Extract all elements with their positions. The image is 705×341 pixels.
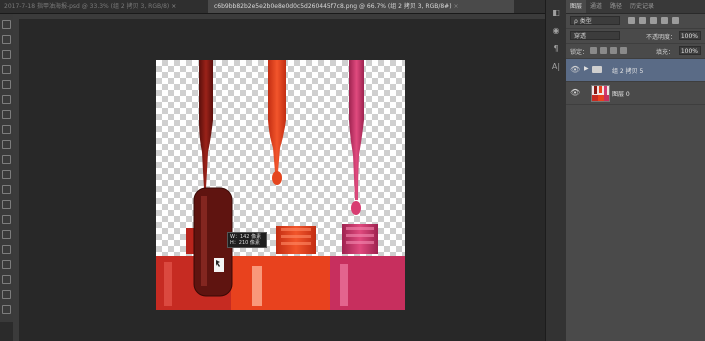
adjustment-filter-icon[interactable] xyxy=(639,17,646,24)
tab-paths[interactable]: 路径 xyxy=(606,0,626,13)
panel-dock: ◧ ◉ ¶ A| xyxy=(545,0,567,341)
lock-row: 锁定： 填充： 100% xyxy=(566,44,705,59)
lock-image-icon[interactable] xyxy=(600,47,607,54)
document-tab-title: c6b9bb82b2e5e2b0e8e0d0c5d260445f7c8.png … xyxy=(214,3,452,10)
folder-icon xyxy=(592,66,602,73)
layer-name: 组 2 拷贝 5 xyxy=(612,68,644,75)
layer-thumbnail xyxy=(591,85,610,102)
zoom-tool-icon[interactable] xyxy=(2,305,11,314)
fill-label: 填充： xyxy=(656,49,675,56)
layers-icon[interactable]: ◧ xyxy=(551,8,561,18)
paragraph-icon[interactable]: ¶ xyxy=(551,44,561,54)
type-tool-icon[interactable] xyxy=(2,245,11,254)
tab-channels[interactable]: 通道 xyxy=(586,0,606,13)
layer-row-group[interactable]: 👁 ▶ 组 2 拷贝 5 xyxy=(566,59,705,82)
brush-tool-icon[interactable] xyxy=(2,125,11,134)
layer-row-image[interactable]: 👁 图层 0 xyxy=(566,82,705,105)
lock-position-icon[interactable] xyxy=(610,47,617,54)
document-tab-inactive[interactable]: 2017-7-18 指甲油海报-psd @ 33.3% (组 2 拷贝 3, R… xyxy=(4,0,199,13)
tab-layers[interactable]: 图层 xyxy=(566,0,587,13)
character-icon[interactable]: A| xyxy=(551,62,561,72)
close-icon[interactable]: × xyxy=(453,3,458,10)
tooltip-height: H：210 像素 xyxy=(230,240,260,246)
marquee-tool-icon[interactable] xyxy=(2,35,11,44)
document-tab-bar: 2017-7-18 指甲油海报-psd @ 33.3% (组 2 拷贝 3, R… xyxy=(0,0,545,14)
visibility-eye-icon[interactable]: 👁 xyxy=(570,88,580,97)
stamp-tool-icon[interactable] xyxy=(2,140,11,149)
type-filter-icon[interactable] xyxy=(650,17,657,24)
hand-tool-icon[interactable] xyxy=(2,290,11,299)
close-icon[interactable]: × xyxy=(171,3,176,10)
tab-history[interactable]: 历史记录 xyxy=(626,0,658,13)
panel-tabs: 图层 通道 路径 历史记录 xyxy=(566,0,705,14)
blur-tool-icon[interactable] xyxy=(2,200,11,209)
healing-tool-icon[interactable] xyxy=(2,110,11,119)
visibility-eye-icon[interactable]: 👁 xyxy=(570,65,580,74)
dodge-tool-icon[interactable] xyxy=(2,215,11,224)
layers-panel: 图层 通道 路径 历史记录 ρ 类型 穿透 不透明度： 100% 锁定： 填充：… xyxy=(566,0,705,341)
lasso-tool-icon[interactable] xyxy=(2,50,11,59)
pixel-filter-icon[interactable] xyxy=(628,17,635,24)
gradient-tool-icon[interactable] xyxy=(2,185,11,194)
eyedropper-tool-icon[interactable] xyxy=(2,95,11,104)
adjust-icon[interactable]: ◉ xyxy=(551,26,561,36)
opacity-label: 不透明度： xyxy=(646,34,677,41)
document-canvas[interactable]: W：142 像素 H：210 像素 xyxy=(156,60,405,310)
pen-tool-icon[interactable] xyxy=(2,230,11,239)
nail-polish-image xyxy=(156,60,405,310)
path-select-tool-icon[interactable] xyxy=(2,260,11,269)
document-tab-title: 2017-7-18 指甲油海报-psd @ 33.3% (组 2 拷贝 3, R… xyxy=(4,3,170,10)
shape-tool-icon[interactable] xyxy=(2,275,11,284)
history-brush-tool-icon[interactable] xyxy=(2,155,11,164)
filter-kind-select[interactable]: ρ 类型 xyxy=(570,16,620,25)
eraser-tool-icon[interactable] xyxy=(2,170,11,179)
lock-all-icon[interactable] xyxy=(620,47,627,54)
opacity-input[interactable]: 100% xyxy=(679,31,701,40)
filter-row: ρ 类型 xyxy=(566,14,705,29)
document-tab-active[interactable]: c6b9bb82b2e5e2b0e8e0d0c5d260445f7c8.png … xyxy=(208,0,514,13)
crop-tool-icon[interactable] xyxy=(2,80,11,89)
lock-transparent-icon[interactable] xyxy=(590,47,597,54)
quick-select-tool-icon[interactable] xyxy=(2,65,11,74)
blend-row: 穿透 不透明度： 100% xyxy=(566,29,705,44)
expand-triangle-icon[interactable]: ▶ xyxy=(584,65,589,72)
size-tooltip: W：142 像素 H：210 像素 xyxy=(227,232,267,248)
tools-panel xyxy=(0,14,14,341)
fill-input[interactable]: 100% xyxy=(679,46,701,55)
layer-name: 图层 0 xyxy=(612,91,630,98)
move-tool-icon[interactable] xyxy=(2,20,11,29)
lock-label: 锁定： xyxy=(570,49,589,56)
blend-mode-select[interactable]: 穿透 xyxy=(570,31,620,40)
shape-filter-icon[interactable] xyxy=(661,17,668,24)
toolbar-bottom xyxy=(0,322,13,341)
smart-object-filter-icon[interactable] xyxy=(672,17,679,24)
